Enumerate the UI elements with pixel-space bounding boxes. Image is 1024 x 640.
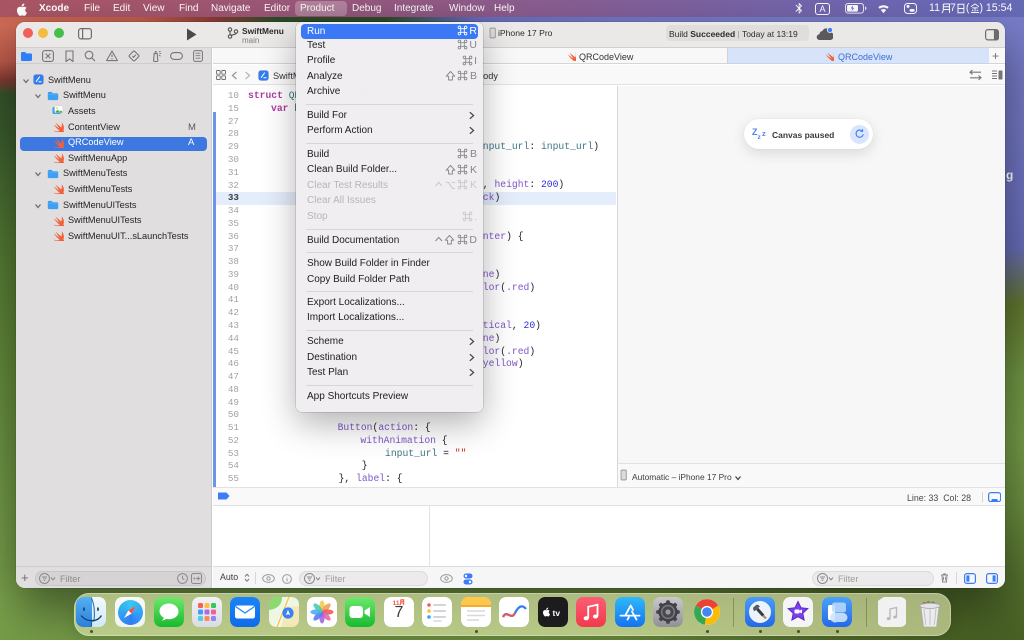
- svg-text:tv: tv: [553, 608, 561, 618]
- svg-text:z: z: [762, 129, 766, 138]
- svg-text:z: z: [758, 134, 762, 140]
